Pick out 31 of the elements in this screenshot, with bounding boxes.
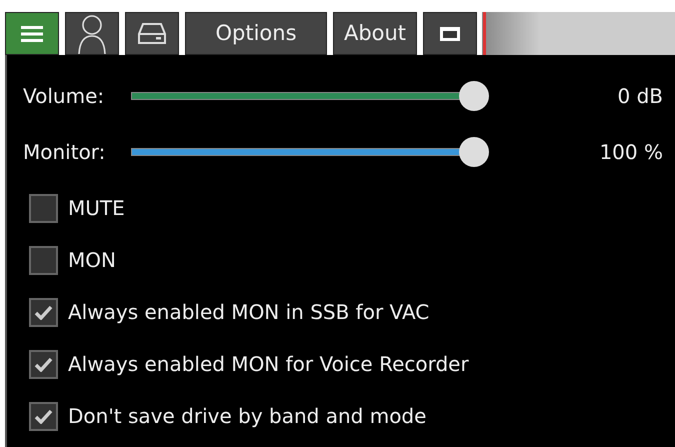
checkbox[interactable] [29,298,58,326]
checkbox[interactable] [29,350,58,378]
check-icon [34,356,53,372]
window-icon [440,26,460,40]
checkbox[interactable] [29,246,58,274]
slider-label: Monitor: [23,139,106,166]
drive-icon [138,22,166,46]
person-icon [78,14,106,54]
toolbar-tab[interactable]: Options [185,12,327,55]
toolbar-tab[interactable]: About [333,12,417,55]
slider-thumb[interactable] [458,137,489,167]
checkbox-label: Always enabled MON for Voice Recorder [68,351,469,378]
drive-button[interactable] [125,12,179,55]
menu-icon [21,24,43,42]
checkbox-label: Always enabled MON in SSB for VAC [68,299,430,326]
slider-thumb[interactable] [458,81,489,111]
window-button[interactable] [423,12,477,55]
checkbox[interactable] [29,402,58,430]
profile-button[interactable] [65,12,119,55]
slider-reading: 100 % [599,139,663,166]
slider-label: Volume: [23,83,106,110]
check-icon [34,304,53,320]
checkbox-label: Don't save drive by band and mode [68,403,426,430]
checkbox-label: MUTE [68,195,125,222]
slider-reading: 0 dB [618,83,663,110]
menu-button[interactable] [5,12,59,55]
checkbox-label: MON [68,247,116,274]
slider[interactable] [131,137,489,167]
slider[interactable] [131,81,489,111]
check-icon [34,408,53,424]
checkbox[interactable] [29,194,58,222]
